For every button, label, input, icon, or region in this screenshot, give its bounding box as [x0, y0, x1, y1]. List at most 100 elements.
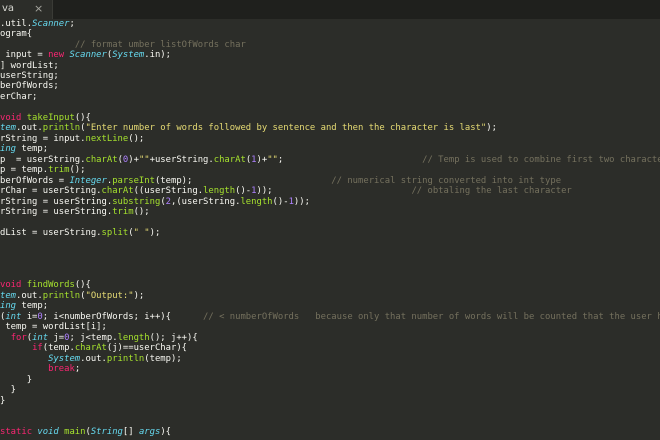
code-token: .out.: [16, 123, 43, 133]
code-line[interactable]: input = new Scanner(System.in);: [0, 50, 171, 60]
code-token: length: [203, 186, 236, 196]
code-line[interactable]: ] wordList;: [0, 61, 59, 71]
code-token: "": [138, 155, 150, 165]
code-token: // < numberOfWords because only that num…: [203, 312, 660, 322]
code-token: charAt: [85, 155, 118, 165]
code-token: int: [32, 333, 49, 343]
code-line[interactable]: (int i=0; i<numberOfWords; i++){ // < nu…: [0, 312, 660, 322]
code-token: args: [138, 427, 161, 437]
code-token: charAt: [74, 343, 107, 353]
code-token: rString = userString.: [0, 207, 113, 217]
code-line[interactable]: tem.out.println("Output:");: [0, 291, 144, 301]
code-line[interactable]: erChar;: [0, 92, 37, 102]
code-token: ,(userString.: [171, 197, 241, 207]
code-line[interactable]: }: [0, 385, 16, 395]
code-line[interactable]: dList = userString.split(" ");: [0, 228, 160, 238]
code-token: split: [101, 228, 129, 238]
code-line[interactable]: for(int j=0; j<temp.length(); j++){: [0, 333, 198, 343]
code-token: charAt: [101, 186, 134, 196]
close-icon[interactable]: ×: [34, 2, 43, 15]
code-token: length: [240, 197, 273, 207]
code-line[interactable]: berOfWords;: [0, 81, 59, 91]
code-line[interactable]: rChar = userString.charAt((userString.le…: [0, 186, 572, 196]
code-token: ;: [69, 19, 75, 29]
file-tab[interactable]: va ×: [0, 0, 53, 19]
code-token: ; j<temp.: [69, 333, 118, 343]
code-line[interactable]: // format umber listOfWords char: [0, 40, 246, 50]
code-token: }: [0, 396, 6, 406]
code-token: findWords: [26, 280, 75, 290]
code-token: .in);: [144, 50, 171, 60]
code-token: rString = input.: [0, 134, 86, 144]
code-token: );: [133, 291, 145, 301]
code-line[interactable]: temp = wordList[i];: [0, 322, 107, 332]
code-token: ing: [0, 301, 17, 311]
code-token: temp = wordList[i];: [0, 322, 107, 332]
code-token: " ": [133, 228, 150, 238]
code-token: "": [267, 155, 278, 165]
code-token: }: [0, 385, 17, 395]
code-line[interactable]: p = temp.trim();: [0, 165, 86, 175]
code-token: // Temp is used to combine first two cha…: [422, 155, 660, 165]
code-token: ));: [256, 186, 412, 196]
code-token: )+: [256, 155, 268, 165]
code-token: trim: [48, 165, 70, 175]
code-token: (){: [74, 280, 91, 290]
code-token: rString = userString.: [0, 197, 113, 207]
file-tab-label: va: [2, 3, 15, 14]
code-token: void: [0, 280, 22, 290]
code-token: tem: [0, 123, 17, 133]
code-line[interactable]: }: [0, 375, 32, 385]
code-token: void: [37, 427, 59, 437]
code-token: Integer: [69, 176, 107, 186]
code-line[interactable]: rString = input.nextLine();: [0, 134, 144, 144]
code-token: ;: [277, 155, 423, 165]
code-line[interactable]: rString = userString.trim();: [0, 207, 150, 217]
code-token: Scanner: [69, 50, 107, 60]
code-line[interactable]: userString;: [0, 71, 59, 81]
code-token: (j)==userChar){: [106, 343, 188, 353]
code-token: p = userString.: [0, 155, 86, 165]
code-token: input =: [0, 50, 49, 60]
code-token: ;: [74, 364, 81, 374]
code-token: println: [42, 123, 81, 133]
code-token: ogram{: [0, 29, 33, 39]
code-token: "Enter number of words followed by sente…: [85, 123, 487, 133]
code-line[interactable]: if(temp.charAt(j)==userChar){: [0, 343, 187, 353]
code-line[interactable]: berOfWords = Integer.parseInt(temp); // …: [0, 176, 561, 186]
code-line[interactable]: ing temp;: [0, 144, 48, 154]
code-token: println: [42, 291, 81, 301]
code-token: temp;: [16, 301, 49, 311]
code-token: trim: [112, 207, 134, 217]
code-line[interactable]: }: [0, 396, 5, 406]
code-token: .util.: [0, 19, 33, 29]
code-token: // numerical string converted into int t…: [331, 176, 562, 186]
code-line[interactable]: ogram{: [0, 29, 32, 39]
code-line[interactable]: void findWords(){: [0, 280, 91, 290]
code-line[interactable]: tem.out.println("Enter number of words f…: [0, 123, 497, 133]
code-token: (); j++){: [149, 333, 198, 343]
code-token: temp;: [16, 144, 49, 154]
code-line[interactable]: System.out.println(temp);: [0, 354, 182, 364]
code-token: berOfWords;: [0, 81, 59, 91]
code-line[interactable]: static void main(String[] args){: [0, 427, 171, 437]
code-token: );: [149, 228, 161, 238]
code-line[interactable]: rString = userString.substring(2,(userSt…: [0, 197, 310, 207]
code-token: ()-: [235, 186, 252, 196]
code-token: (temp);: [144, 354, 182, 364]
code-token: main: [64, 427, 86, 437]
code-line[interactable]: p = userString.charAt(0)+""+userString.c…: [0, 155, 660, 165]
code-line[interactable]: .util.Scanner;: [0, 19, 75, 29]
code-token: userString;: [0, 71, 59, 81]
code-line[interactable]: ing temp;: [0, 301, 48, 311]
code-line[interactable]: break;: [0, 364, 80, 374]
code-token: ));: [293, 197, 310, 207]
code-line[interactable]: void takeInput(){: [0, 113, 91, 123]
code-editor[interactable]: .util.Scanner; ogram{ // format umber lis…: [0, 19, 660, 440]
code-token: println: [106, 354, 145, 364]
code-token: }: [0, 375, 33, 385]
